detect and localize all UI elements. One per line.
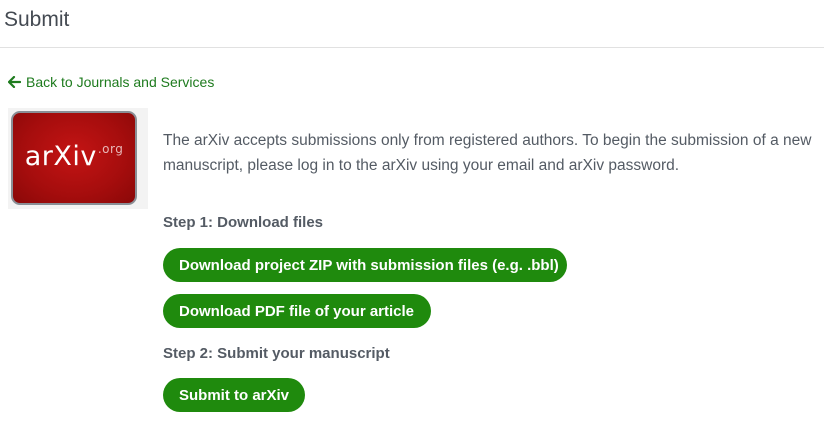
arrow-left-icon [8,76,21,88]
step2-heading: Step 2: Submit your manuscript [163,345,390,362]
download-zip-button[interactable]: Download project ZIP with submission fil… [163,248,567,282]
main-content: The arXiv accepts submissions only from … [163,128,818,412]
submit-page: Submit Back to Journals and Services arX… [0,0,824,421]
arxiv-logo-container: arXiv.org [8,108,148,209]
intro-text: The arXiv accepts submissions only from … [163,132,812,174]
logo-text: arXiv.org [24,140,124,172]
page-header: Submit [0,0,824,48]
back-link-label: Back to Journals and Services [26,74,215,90]
submit-to-arxiv-button[interactable]: Submit to arXiv [163,378,305,412]
page-title: Submit [4,8,70,31]
step1-heading: Step 1: Download files [163,214,324,231]
arxiv-logo: arXiv.org [11,111,137,205]
logo-suffix: .org [97,141,124,156]
back-to-journals-link[interactable]: Back to Journals and Services [8,74,214,90]
download-pdf-button[interactable]: Download PDF file of your article [163,294,431,328]
